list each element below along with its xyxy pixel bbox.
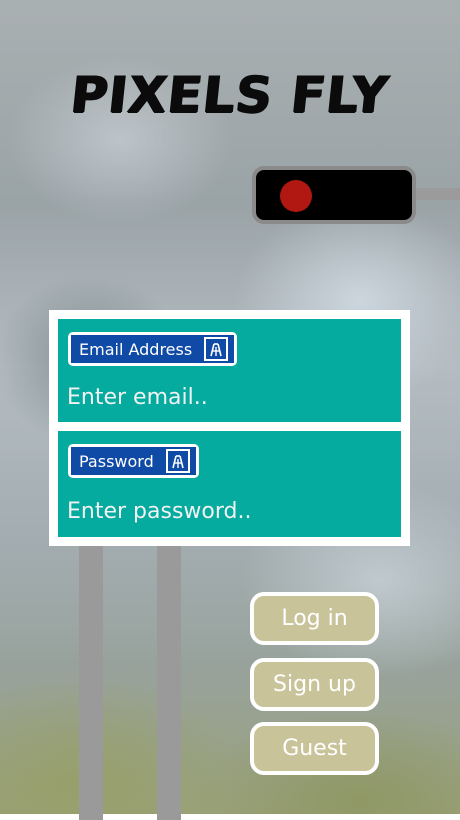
red-light-icon — [280, 180, 312, 212]
sign-pole-left — [79, 540, 103, 820]
traffic-signal — [252, 166, 416, 224]
signup-button[interactable]: Sign up — [250, 658, 379, 711]
sign-pole-right — [157, 540, 181, 820]
email-field[interactable] — [67, 381, 387, 413]
email-label: Email Address — [79, 339, 193, 359]
email-panel: Email Address — [58, 319, 401, 422]
email-label-plate: Email Address — [71, 335, 235, 363]
login-button[interactable]: Log in — [250, 592, 379, 645]
motorway-icon — [204, 337, 229, 361]
password-label-plate: Password — [71, 447, 196, 475]
motorway-icon — [165, 449, 190, 473]
login-sign: Email Address Password — [49, 310, 410, 546]
app-title: PIXELS FLY — [68, 66, 392, 124]
password-label: Password — [79, 451, 154, 471]
password-label-box: Password — [68, 444, 199, 478]
guest-button[interactable]: Guest — [250, 722, 379, 775]
password-field[interactable] — [67, 495, 387, 527]
email-label-box: Email Address — [68, 332, 238, 366]
signal-arm — [410, 188, 460, 200]
password-panel: Password — [58, 431, 401, 537]
